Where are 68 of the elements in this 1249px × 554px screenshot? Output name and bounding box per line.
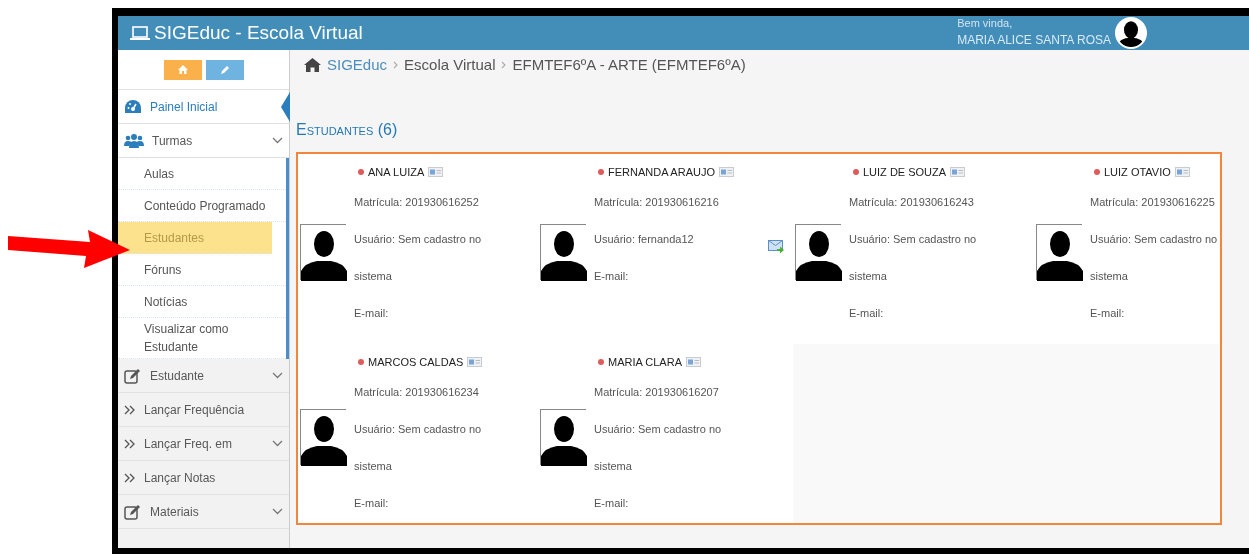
chevron-down-icon[interactable] <box>272 440 283 447</box>
username-text: Usuário: Sem cadastro no sistema <box>354 232 483 284</box>
dashboard-icon <box>124 98 142 115</box>
id-card-icon[interactable] <box>950 167 966 177</box>
username-text: Usuário: Sem cadastro no sistema <box>849 232 978 284</box>
sidebar-item[interactable]: Turmas <box>118 124 289 158</box>
double-chevron-icon <box>124 437 136 450</box>
enrollment-text: Matrícula: 201930616225 <box>1090 195 1216 210</box>
chevron-down-icon[interactable] <box>272 508 283 515</box>
id-card-icon[interactable] <box>428 167 444 177</box>
breadcrumb-link[interactable]: Escola Virtual <box>404 54 496 77</box>
sidebar-item[interactable]: Materiais <box>118 495 289 529</box>
double-chevron-icon <box>124 471 136 484</box>
active-pointer-icon <box>281 90 290 124</box>
student-name: FERNANDA ARAUJO <box>608 164 715 180</box>
email-label: E-mail: <box>354 496 390 511</box>
submenu-item[interactable]: Visualizar como Estudante <box>118 318 286 359</box>
id-card-icon[interactable] <box>685 357 701 367</box>
users-icon <box>124 132 144 149</box>
double-chevron-icon <box>124 403 136 416</box>
sidebar-item[interactable]: Lançar Frequência <box>118 393 289 427</box>
home-icon <box>177 65 188 74</box>
edit-icon <box>124 367 142 384</box>
submenu-item[interactable]: Fóruns <box>118 254 286 286</box>
enrollment-text: Matrícula: 201930616234 <box>354 385 480 400</box>
student-name: MARCOS CALDAS <box>368 354 464 370</box>
id-card-icon[interactable] <box>1174 167 1190 177</box>
edit-icon <box>124 503 142 520</box>
breadcrumb-current: EFMTEF6ºA - ARTE (EFMTEF6ºA) <box>512 55 746 75</box>
mail-icon[interactable] <box>768 240 785 254</box>
sidebar-item[interactable]: Lançar Notas <box>118 461 289 495</box>
pencil-icon <box>219 64 230 75</box>
chevron-right-icon <box>393 61 399 69</box>
username-text: Usuário: Sem cadastro no sistema <box>354 422 483 474</box>
enrollment-text: Matrícula: 201930616252 <box>354 195 480 210</box>
chevron-down-icon[interactable] <box>272 372 283 379</box>
username-text: Usuário: fernanda12 <box>594 232 695 247</box>
app-title: SIGEduc - Escola Virtual <box>154 20 363 45</box>
sidebar-item[interactable]: Estudante <box>118 359 289 393</box>
email-label: E-mail: <box>1090 306 1126 321</box>
greeting-text: Bem vinda, <box>957 17 1014 31</box>
enrollment-text: Matrícula: 201930616243 <box>849 195 975 210</box>
chevron-down-icon[interactable] <box>272 137 283 144</box>
username-text: Usuário: Sem cadastro no sistema <box>594 422 723 474</box>
id-card-icon[interactable] <box>467 357 483 367</box>
username-text: Usuário: Sem cadastro no sistema <box>1090 232 1219 284</box>
submenu-item[interactable]: Aulas <box>118 158 286 190</box>
edit-button[interactable] <box>205 59 244 80</box>
home-icon[interactable] <box>304 58 321 72</box>
chevron-right-icon <box>501 61 507 69</box>
email-label: E-mail: <box>594 269 630 284</box>
section-title: Estudantes (6) <box>295 120 399 140</box>
student-name: MARIA CLARA <box>608 354 682 370</box>
student-name: LUIZ OTAVIO <box>1104 164 1171 180</box>
laptop-icon <box>130 25 150 41</box>
enrollment-text: Matrícula: 201930616216 <box>594 195 720 210</box>
sidebar-item[interactable]: Lançar Freq. em <box>118 427 289 461</box>
student-name: LUIZ DE SOUZA <box>863 164 947 180</box>
email-label: E-mail: <box>849 306 885 321</box>
home-button[interactable] <box>163 59 202 80</box>
id-card-icon[interactable] <box>718 167 734 177</box>
student-name: ANA LUIZA <box>368 164 425 180</box>
sidebar-item[interactable]: Painel Inicial <box>118 90 289 124</box>
submenu-item[interactable]: Notícias <box>118 286 286 318</box>
enrollment-text: Matrícula: 201930616207 <box>594 385 720 400</box>
avatar[interactable] <box>1115 17 1147 49</box>
email-label: E-mail: <box>354 306 390 321</box>
email-label: E-mail: <box>594 496 630 511</box>
